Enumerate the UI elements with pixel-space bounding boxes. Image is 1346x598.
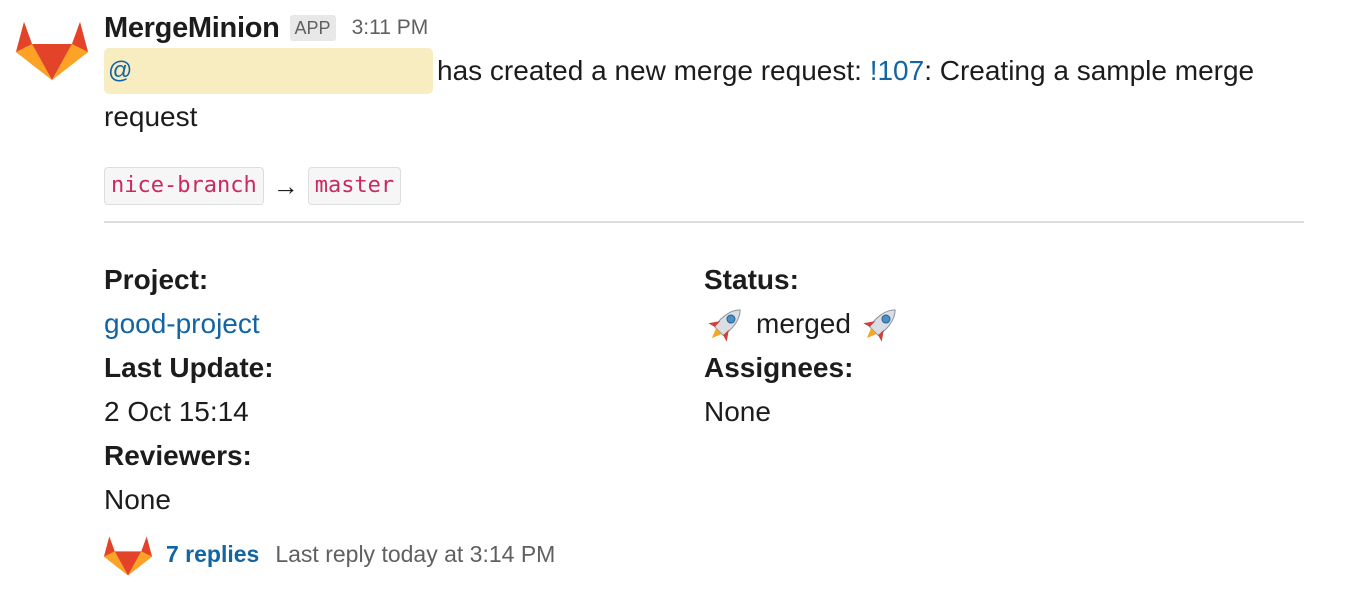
project-label: Project: (104, 264, 209, 295)
rocket-icon (708, 309, 741, 342)
fields-left-column: Project: good-project Last Update: 2 Oct… (104, 258, 704, 522)
divider (104, 221, 1304, 223)
gitlab-logo-icon (104, 536, 152, 576)
status-label: Status: (704, 264, 799, 295)
last-reply-text: Last reply today at 3:14 PM (275, 540, 556, 567)
status-value: merged (704, 302, 1304, 346)
user-mention[interactable]: @ (104, 48, 433, 94)
message-header: MergeMinion APP 3:11 PM (104, 8, 428, 48)
project-link[interactable]: good-project (104, 302, 704, 346)
rocket-icon (863, 309, 896, 342)
merge-request-link[interactable]: !107 (870, 55, 925, 86)
message-timestamp[interactable]: 3:11 PM (352, 16, 429, 40)
branch-info: nice-branch → master (104, 167, 402, 205)
assignees-label: Assignees: (704, 352, 854, 383)
assignees-value: None (704, 396, 771, 427)
last-update-value: 2 Oct 15:14 (104, 396, 249, 427)
last-update-label: Last Update: (104, 352, 274, 383)
source-branch: nice-branch (104, 167, 264, 205)
status-text: merged (756, 308, 851, 339)
fields-right-column: Status: merged Assignees: None (704, 258, 1304, 434)
replies-link[interactable]: 7 replies (166, 541, 259, 568)
thread-replies[interactable]: 7 replies Last reply today at 3:14 PM (104, 530, 555, 578)
reviewers-value: None (104, 484, 171, 515)
chat-message: MergeMinion APP 3:11 PM @ has created a n… (0, 0, 1346, 598)
arrow-right-icon: → (272, 170, 299, 201)
message-text-prefix: has created a new merge request: (437, 55, 870, 86)
target-branch: master (307, 167, 402, 205)
sender-name[interactable]: MergeMinion (104, 12, 280, 45)
app-badge: APP (289, 15, 336, 41)
message-body: @ has created a new merge request: !107: … (104, 48, 1314, 140)
reviewers-label: Reviewers: (104, 440, 252, 471)
gitlab-logo-icon[interactable] (16, 14, 88, 82)
